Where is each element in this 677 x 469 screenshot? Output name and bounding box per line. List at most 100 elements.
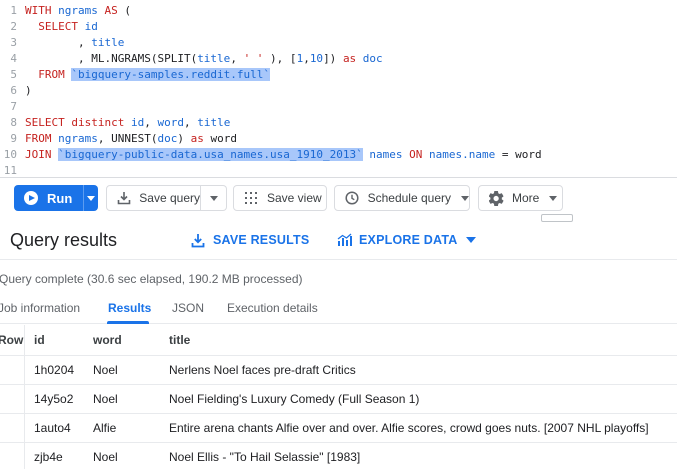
run-dropdown-button[interactable] (84, 185, 98, 211)
title-cell: Nerlens Noel faces pre-draft Critics (169, 363, 356, 377)
row-number-cell (0, 414, 25, 442)
code-line[interactable]: 11 (0, 163, 677, 177)
code-line[interactable]: 8 SELECT distinct id, word, title (0, 115, 677, 131)
results-title: Query results (10, 230, 118, 250)
query-toolbar: Run Save query Save view Schedule query … (0, 178, 677, 222)
tab-execution-details[interactable]: Execution details (227, 301, 318, 315)
caret-down-icon (87, 195, 95, 201)
table-row: 14y5o2 Noel Noel Fielding's Luxury Comed… (0, 385, 677, 414)
line-number: 9 (10, 132, 17, 145)
table-row: 1auto4 Alfie Entire arena chants Alfie o… (0, 414, 677, 443)
code-line[interactable]: 9 FROM ngrams, UNNEST(doc) as word (0, 131, 677, 147)
clock-icon (344, 190, 360, 206)
code-token: as (190, 132, 204, 145)
table-row: 1h0204 Noel Nerlens Noel faces pre-draft… (0, 356, 677, 385)
line-number: 3 (10, 36, 17, 49)
code-line[interactable]: 4 , ML.NGRAMS(SPLIT(title, ' ' ), [1,10]… (0, 51, 677, 67)
tab-json[interactable]: JSON (172, 301, 204, 315)
more-button[interactable]: More (478, 185, 563, 211)
table-header-row: Row id word title (0, 325, 677, 356)
tab-job-information[interactable]: Job information (0, 301, 80, 315)
results-tabs: Job information Results JSON Execution d… (0, 295, 677, 324)
tab-results[interactable]: Results (108, 301, 151, 315)
code-line[interactable]: 3 , title (0, 35, 677, 51)
code-text[interactable]: FROM ngrams, UNNEST(doc) as word (25, 131, 237, 147)
more-label: More (512, 191, 540, 205)
code-token: ' ' (243, 52, 264, 65)
play-circle-icon (24, 191, 38, 205)
run-button[interactable]: Run (14, 185, 98, 211)
save-query-label: Save query (139, 191, 200, 205)
save-query-button[interactable]: Save query (106, 185, 201, 211)
code-token: word (203, 132, 237, 145)
code-token: , (303, 52, 310, 65)
id-cell: 1auto4 (34, 421, 71, 435)
explore-data-button[interactable]: EXPLORE DATA (337, 232, 477, 248)
caret-down-icon (466, 237, 477, 243)
code-token: ngrams (58, 132, 98, 145)
code-token: ngrams (58, 4, 105, 17)
code-token: title (197, 52, 231, 65)
code-text[interactable]: FROM `bigquery-samples.reddit.full` (25, 67, 271, 83)
code-token: title (197, 116, 231, 129)
code-token: doc (356, 52, 383, 65)
row-number-cell (0, 385, 25, 413)
code-text[interactable]: SELECT distinct id, word, title (25, 115, 230, 131)
line-number: 4 (10, 52, 17, 65)
code-token: , (230, 52, 244, 65)
gear-icon (488, 190, 504, 206)
code-line[interactable]: 1 WITH ngrams AS ( (0, 3, 677, 19)
code-text[interactable]: , ML.NGRAMS(SPLIT(title, ' ' ), [1,10]) … (25, 51, 383, 67)
code-token: as (342, 52, 357, 65)
code-token: ) (25, 84, 32, 97)
code-token: JOIN (25, 148, 59, 161)
column-header-row-label: Row (0, 333, 24, 347)
code-line[interactable]: 2 SELECT id (0, 19, 677, 35)
code-line[interactable]: 10 JOIN `bigquery-public-data.usa_names.u… (0, 147, 677, 163)
code-line[interactable]: 5 FROM `bigquery-samples.reddit.full` (0, 67, 677, 83)
explore-data-label: EXPLORE DATA (359, 233, 458, 247)
editor-resize-handle[interactable] (541, 214, 573, 222)
line-number: 1 (10, 4, 17, 17)
code-token: names (362, 148, 410, 161)
code-text[interactable]: ) (25, 83, 32, 99)
view-grid-icon (243, 190, 259, 206)
column-header-title: title (169, 333, 191, 347)
results-header: Query results SAVE RESULTS EXPLORE DATA (0, 222, 677, 260)
code-token: ) (177, 132, 191, 145)
schedule-query-label: Schedule query (367, 191, 451, 205)
code-token: ( (117, 4, 131, 17)
code-token: FROM (25, 68, 72, 81)
code-token: word (157, 116, 184, 129)
code-text[interactable]: , title (25, 35, 124, 51)
run-main-action[interactable]: Run (14, 185, 84, 211)
code-token: ]) (323, 52, 343, 65)
code-text[interactable]: JOIN `bigquery-public-data.usa_names.usa… (25, 147, 542, 163)
code-token: ON (409, 148, 423, 161)
word-cell: Noel (93, 392, 118, 406)
word-cell: Noel (93, 450, 118, 464)
code-token: AS (104, 4, 118, 17)
row-number-cell (0, 356, 25, 384)
code-token: id (84, 20, 98, 33)
save-results-button[interactable]: SAVE RESULTS (191, 232, 309, 248)
title-cell: Noel Fielding's Luxury Comedy (Full Seas… (169, 392, 420, 406)
code-line[interactable]: 7 (0, 99, 677, 115)
caret-down-icon (461, 195, 469, 201)
save-query-dropdown[interactable] (201, 185, 227, 211)
code-text[interactable]: SELECT id (25, 19, 98, 35)
row-number-cell (0, 443, 25, 469)
schedule-query-button[interactable]: Schedule query (334, 185, 470, 211)
sql-editor[interactable]: 1 WITH ngrams AS (2 SELECT id 3 , title 4 ,… (0, 0, 677, 178)
code-token: doc (157, 132, 178, 145)
save-view-button[interactable]: Save view (233, 185, 327, 211)
code-token: , (144, 116, 158, 129)
run-label: Run (47, 190, 73, 206)
code-line[interactable]: 6) (0, 83, 677, 99)
line-number: 5 (10, 68, 17, 81)
word-cell: Alfie (93, 421, 117, 435)
column-header-row: Row (0, 325, 25, 355)
line-number: 7 (10, 100, 17, 113)
code-text[interactable]: WITH ngrams AS ( (25, 3, 131, 19)
line-number: 10 (3, 148, 17, 161)
